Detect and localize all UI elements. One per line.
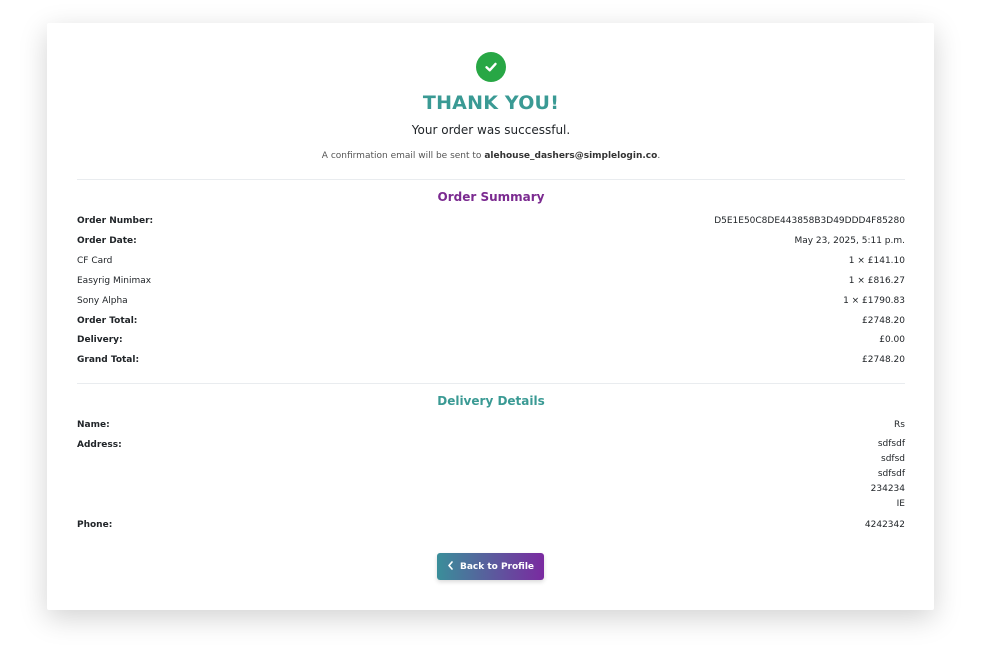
check-circle-icon bbox=[476, 52, 506, 82]
order-item-qty-price: 1 × £816.27 bbox=[848, 276, 905, 286]
order-item-name: Sony Alpha bbox=[77, 296, 128, 306]
delivery-value: £0.00 bbox=[879, 335, 905, 345]
phone-value: 4242342 bbox=[864, 520, 905, 530]
address-line: sdfsdf bbox=[877, 439, 905, 449]
order-confirmation-card: THANK YOU! Your order was successful. A … bbox=[47, 23, 934, 610]
order-item-row: Sony Alpha 1 × £1790.83 bbox=[77, 296, 905, 310]
name-row: Name: Rs bbox=[77, 420, 905, 434]
delivery-details-title: Delivery Details bbox=[437, 394, 545, 408]
back-to-profile-label: Back to Profile bbox=[459, 561, 535, 572]
back-to-profile-button[interactable]: Back to Profile bbox=[437, 553, 544, 580]
address-row: Address: sdfsdf sdfsd sdfsdf 234234 IE bbox=[77, 437, 905, 515]
order-item-row: Easyrig Minimax 1 × £816.27 bbox=[77, 276, 905, 290]
order-summary-title: Order Summary bbox=[437, 190, 545, 204]
name-value: Rs bbox=[894, 420, 905, 430]
order-date-row: Order Date: May 23, 2025, 5:11 p.m. bbox=[77, 236, 905, 250]
grand-total-label: Grand Total: bbox=[77, 355, 140, 365]
page-title: THANK YOU! bbox=[422, 92, 560, 114]
order-number-row: Order Number: D5E1E50C8DE443858B3D49DDD4… bbox=[77, 216, 905, 230]
divider bbox=[77, 383, 905, 384]
order-date-value: May 23, 2025, 5:11 p.m. bbox=[794, 236, 905, 246]
success-message: Your order was successful. bbox=[411, 123, 571, 137]
grand-total-row: Grand Total: £2748.20 bbox=[77, 355, 905, 369]
address-value: sdfsdf sdfsd sdfsdf 234234 IE bbox=[871, 437, 905, 512]
order-item-qty-price: 1 × £1790.83 bbox=[843, 296, 905, 306]
phone-label: Phone: bbox=[77, 520, 113, 530]
address-line: 234234 bbox=[870, 484, 905, 494]
order-item-name: Easyrig Minimax bbox=[77, 276, 152, 286]
order-number-label: Order Number: bbox=[77, 216, 154, 226]
order-number-value: D5E1E50C8DE443858B3D49DDD4F85280 bbox=[714, 216, 905, 226]
confirmation-note: A confirmation email will be sent to ale… bbox=[77, 151, 905, 161]
order-total-label: Order Total: bbox=[77, 316, 138, 326]
order-date-label: Order Date: bbox=[77, 236, 137, 246]
address-line: IE bbox=[896, 499, 905, 509]
phone-row: Phone: 4242342 bbox=[77, 520, 905, 534]
name-label: Name: bbox=[77, 420, 110, 430]
address-label: Address: bbox=[77, 440, 122, 450]
divider bbox=[77, 179, 905, 180]
order-item-row: CF Card 1 × £141.10 bbox=[77, 256, 905, 270]
order-total-value: £2748.20 bbox=[862, 316, 905, 326]
order-item-qty-price: 1 × £141.10 bbox=[848, 256, 905, 266]
address-line: sdfsdf bbox=[877, 469, 905, 479]
delivery-row: Delivery: £0.00 bbox=[77, 335, 905, 349]
address-line: sdfsd bbox=[881, 454, 905, 464]
chevron-left-icon bbox=[447, 560, 454, 573]
grand-total-value: £2748.20 bbox=[862, 355, 905, 365]
delivery-label: Delivery: bbox=[77, 335, 123, 345]
confirmation-prefix: A confirmation email will be sent to bbox=[321, 151, 485, 161]
confirmation-email: alehouse_dashers@simplelogin.co bbox=[484, 151, 658, 161]
confirmation-suffix: . bbox=[657, 151, 661, 161]
order-item-name: CF Card bbox=[77, 256, 113, 266]
order-total-row: Order Total: £2748.20 bbox=[77, 316, 905, 330]
